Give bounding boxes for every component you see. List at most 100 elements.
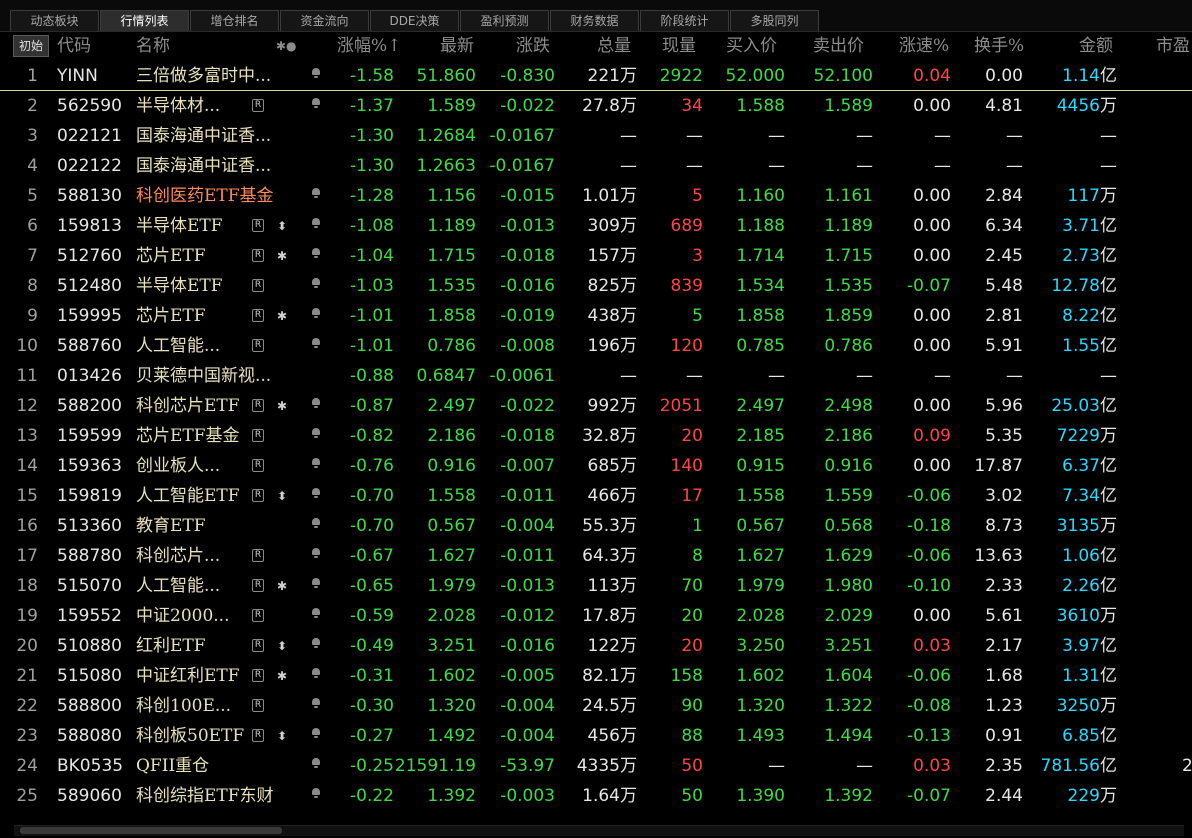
r-badge-icon: R: [252, 579, 264, 592]
table-row[interactable]: 25 589060 科创综指ETF东财 -0.22 1.392 -0.003 1.64万 50…: [0, 781, 1192, 811]
alert-bell-icon[interactable]: [311, 247, 321, 258]
table-row[interactable]: 19 159552 中证2000... R -0.59 2.028 -0.012 17.8万 2…: [0, 601, 1192, 631]
row-change: -0.013: [500, 571, 555, 601]
header-speed[interactable]: 涨速%: [899, 31, 949, 61]
header-bid[interactable]: 买入价: [726, 31, 777, 61]
alert-bell-icon[interactable]: [311, 517, 321, 528]
table-row[interactable]: 14 159363 创业板人... R -0.76 0.916 -0.007 685万 140 0…: [0, 451, 1192, 481]
header-name[interactable]: 名称: [136, 31, 170, 61]
tab-4[interactable]: DDE决策: [370, 10, 459, 31]
alert-bell-icon[interactable]: [311, 427, 321, 438]
table-row[interactable]: 20 510880 红利ETF R ⬍ -0.49 3.251 -0.016 122万 20 3.2…: [0, 631, 1192, 661]
table-row[interactable]: 24 BK0535 QFII重仓 -0.25 21591.19 -53.97 4335万 50…: [0, 751, 1192, 781]
alert-bell-icon[interactable]: [311, 637, 321, 648]
alert-bell-icon[interactable]: [311, 547, 321, 558]
table-row[interactable]: 12 588200 科创芯片ETF R ✱ -0.87 2.497 -0.022 992万 205…: [0, 391, 1192, 421]
row-turnover: 2.81: [985, 301, 1023, 331]
reset-sort-button[interactable]: 初始: [13, 35, 49, 57]
row-last: 0.786: [427, 331, 476, 361]
table-row[interactable]: 16 513360 教育ETF -0.70 0.567 -0.004 55.3万 1 0.567…: [0, 511, 1192, 541]
table-row[interactable]: 8 512480 半导体ETF R -1.03 1.535 -0.016 825万 839 1.5…: [0, 271, 1192, 301]
tab-8[interactable]: 多股同列: [730, 10, 819, 31]
table-row[interactable]: 23 588080 科创板50ETF R ⬍ -0.27 1.492 -0.004 456万 88…: [0, 721, 1192, 751]
tab-1[interactable]: 行情列表: [100, 10, 189, 31]
table-row[interactable]: 11 013426 贝莱德中国新视... -0.88 0.6847 -0.0061 — — — —…: [0, 361, 1192, 391]
tab-6[interactable]: 财务数据: [550, 10, 639, 31]
header-amount[interactable]: 金额: [1079, 31, 1113, 61]
header-mktcap[interactable]: 市盈: [1156, 31, 1190, 61]
table-row[interactable]: 7 512760 芯片ETF R ✱ -1.04 1.715 -0.018 157万 3 1.714…: [0, 241, 1192, 271]
tab-7[interactable]: 阶段统计: [640, 10, 729, 31]
table-row[interactable]: 1 YINN 三倍做多富时中... -1.58 51.860 -0.830 221万 2922…: [0, 61, 1192, 91]
header-code[interactable]: 代码: [57, 31, 91, 61]
row-amount: 7229万: [1057, 421, 1117, 451]
row-last-value: 0.916: [427, 456, 476, 476]
table-row[interactable]: 4 022122 国泰海通中证香... -1.30 1.2663 -0.0167 — — — — —…: [0, 151, 1192, 181]
row-last-value: 1.492: [427, 726, 476, 746]
header-current-volume[interactable]: 现量: [662, 31, 696, 61]
row-last: 2.186: [427, 421, 476, 451]
alert-bell-icon[interactable]: [311, 607, 321, 618]
header-change[interactable]: 涨跌: [516, 31, 550, 61]
row-ask: 1.589: [824, 91, 873, 121]
header-icons[interactable]: ✱●: [276, 31, 297, 61]
alert-bell-icon[interactable]: [311, 67, 321, 78]
scrollbar-thumb[interactable]: [20, 827, 282, 834]
horizontal-scrollbar[interactable]: [14, 825, 1184, 836]
header-change-pct[interactable]: 涨幅%↑: [337, 31, 401, 61]
tab-3[interactable]: 资金流向: [280, 10, 369, 31]
alert-bell-icon[interactable]: [311, 757, 321, 768]
row-turnover: 1.68: [985, 661, 1023, 691]
alert-bell-icon[interactable]: [311, 97, 321, 108]
row-change-pct: -0.65: [350, 571, 394, 601]
alert-bell-icon[interactable]: [311, 577, 321, 588]
table-row[interactable]: 2 562590 半导体材... R -1.37 1.589 -0.022 27.8万 34 1.…: [0, 91, 1192, 121]
row-change-value: -0.011: [500, 486, 555, 506]
tab-0[interactable]: 动态板块: [10, 10, 99, 31]
alert-bell-icon[interactable]: [311, 727, 321, 738]
row-last-value: 0.567: [427, 516, 476, 536]
row-change-pct: -0.70: [350, 511, 394, 541]
alert-bell-icon[interactable]: [311, 277, 321, 288]
table-row[interactable]: 3 022121 国泰海通中证香... -1.30 1.2684 -0.0167 — — — — —…: [0, 121, 1192, 151]
updown-marker-icon: ⬍: [277, 639, 288, 653]
row-ask: 2.186: [824, 421, 873, 451]
table-row[interactable]: 13 159599 芯片ETF基金 R -0.82 2.186 -0.018 32.8万 20 2…: [0, 421, 1192, 451]
row-amount-value: 1.31: [1062, 666, 1100, 686]
row-name: 贝莱德中国新视...: [136, 366, 272, 386]
table-row[interactable]: 5 588130 科创医药ETF基金 -1.28 1.156 -0.015 1.01万 5 1.…: [0, 181, 1192, 211]
row-speed-value: 0.03: [913, 756, 951, 776]
header-ask[interactable]: 卖出价: [813, 31, 864, 61]
alert-bell-icon[interactable]: [311, 487, 321, 498]
row-ask-value: 1.189: [824, 216, 873, 236]
alert-bell-icon[interactable]: [311, 397, 321, 408]
row-change-pct-value: -0.31: [350, 666, 394, 686]
alert-bell-icon[interactable]: [311, 667, 321, 678]
alert-bell-icon[interactable]: [311, 187, 321, 198]
table-row[interactable]: 17 588780 科创芯片... R -0.67 1.627 -0.011 64.3万 8 1.…: [0, 541, 1192, 571]
table-row[interactable]: 22 588800 科创100E... R -0.30 1.320 -0.004 24.5万 9…: [0, 691, 1192, 721]
row-amount: 3135万: [1057, 511, 1117, 541]
alert-bell-icon[interactable]: [311, 697, 321, 708]
tab-5[interactable]: 盈利预测: [460, 10, 549, 31]
table-row[interactable]: 21 515080 中证红利ETF R ✱ -0.31 1.602 -0.005 82.1万 15…: [0, 661, 1192, 691]
alert-bell-icon[interactable]: [311, 457, 321, 468]
alert-bell-icon[interactable]: [311, 787, 321, 798]
table-row[interactable]: 18 515070 人工智能... R ✱ -0.65 1.979 -0.013 113万 70 1…: [0, 571, 1192, 601]
table-row[interactable]: 10 588760 人工智能... R -1.01 0.786 -0.008 196万 120 0…: [0, 331, 1192, 361]
row-turnover: 0.00: [985, 61, 1023, 91]
header-volume[interactable]: 总量: [597, 31, 631, 61]
row-ask-value: 0.786: [824, 336, 873, 356]
alert-bell-icon[interactable]: [311, 217, 321, 228]
table-row[interactable]: 15 159819 人工智能ETF R ⬍ -0.70 1.558 -0.011 466万 17 1…: [0, 481, 1192, 511]
table-row[interactable]: 9 159995 芯片ETF R ✱ -1.01 1.858 -0.019 438万 5 1.858…: [0, 301, 1192, 331]
row-change-pct: -0.88: [350, 361, 394, 391]
header-turnover[interactable]: 换手%: [974, 31, 1024, 61]
tab-2[interactable]: 增仓排名: [190, 10, 279, 31]
header-last[interactable]: 最新: [440, 31, 474, 61]
row-ask-value: 1.392: [824, 786, 873, 806]
table-row[interactable]: 6 159813 半导体ETF R ⬍ -1.08 1.189 -0.013 309万 689 1.…: [0, 211, 1192, 241]
row-volume: 456万: [588, 721, 637, 751]
alert-bell-icon[interactable]: [311, 307, 321, 318]
alert-bell-icon[interactable]: [311, 337, 321, 348]
